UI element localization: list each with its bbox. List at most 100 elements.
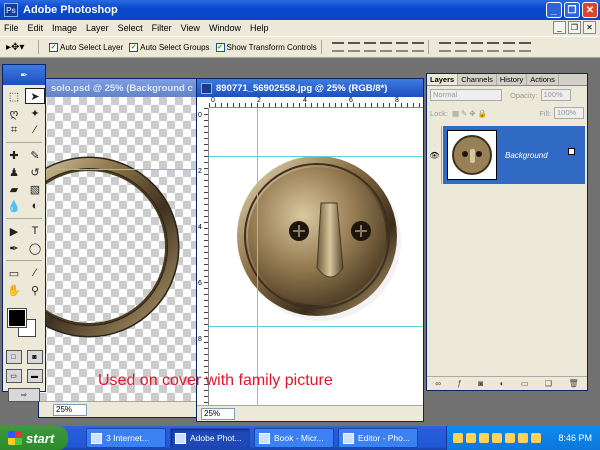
toolbox-header[interactable]: ✒ <box>3 65 45 85</box>
magic-wand-tool-icon[interactable]: ✦ <box>25 105 45 121</box>
document-title-bar[interactable]: solo.psd @ 25% (Background c <box>39 79 207 97</box>
document-window-solo[interactable]: solo.psd @ 25% (Background c 25% <box>38 78 208 418</box>
tab-history[interactable]: History <box>497 74 528 85</box>
tray-icon[interactable] <box>492 433 502 443</box>
doc-minimize-button[interactable]: _ <box>553 21 566 34</box>
align-hcenter-icon[interactable] <box>395 42 408 52</box>
tab-layers[interactable]: Layers <box>427 74 459 85</box>
pen-tool-icon[interactable]: ✒ <box>4 240 24 256</box>
tab-channels[interactable]: Channels <box>458 74 497 85</box>
distribute-bottom-icon[interactable] <box>470 42 483 52</box>
document-canvas[interactable] <box>39 97 207 401</box>
task-adobe-photoshop[interactable]: Adobe Phot... <box>170 428 250 448</box>
tray-icon[interactable] <box>453 433 463 443</box>
document-canvas[interactable] <box>209 108 423 405</box>
align-right-icon[interactable] <box>411 42 424 52</box>
dodge-tool-icon[interactable]: ◐ <box>25 198 45 214</box>
close-button[interactable]: ✕ <box>582 2 598 18</box>
tray-icon[interactable] <box>518 433 528 443</box>
foreground-color-swatch[interactable] <box>7 308 27 328</box>
tray-icon[interactable] <box>466 433 476 443</box>
start-button[interactable]: start <box>0 426 68 450</box>
maximize-button[interactable]: ❐ <box>564 2 580 18</box>
standard-screen-mode-icon[interactable]: ▭ <box>5 369 22 383</box>
document-title-bar[interactable]: 890771_56902558.jpg @ 25% (RGB/8*) <box>197 79 423 97</box>
zoom-field[interactable]: 25% <box>53 403 87 416</box>
minimize-button[interactable]: _ <box>546 2 562 18</box>
clock[interactable]: 8:46 PM <box>558 433 592 443</box>
menu-window[interactable]: Window <box>209 23 241 33</box>
volume-icon[interactable] <box>531 433 541 443</box>
lock-buttons[interactable]: ▦✎✥🔒 <box>452 109 489 118</box>
healing-brush-tool-icon[interactable]: ✚ <box>4 147 24 163</box>
new-layer-icon[interactable]: ❑ <box>545 379 552 388</box>
blend-mode-select[interactable]: Normal <box>430 89 502 101</box>
path-selection-tool-icon[interactable]: ▶ <box>4 223 24 239</box>
layer-mask-icon[interactable]: ◙ <box>478 379 483 388</box>
distribute-left-icon[interactable] <box>486 42 499 52</box>
menu-select[interactable]: Select <box>118 23 143 33</box>
move-tool-preset-icon[interactable]: ▸✥▾ <box>6 39 34 55</box>
jump-to-imageready-icon[interactable]: ⇨ <box>8 388 40 402</box>
crop-tool-icon[interactable]: ⌗ <box>4 122 24 138</box>
full-screen-menu-mode-icon[interactable]: ▬ <box>26 369 43 383</box>
brush-tool-icon[interactable]: ✎ <box>25 147 45 163</box>
new-group-icon[interactable]: ▭ <box>521 379 529 388</box>
blur-tool-icon[interactable]: 💧 <box>4 198 24 214</box>
quick-mask-mode-icon[interactable]: ◙ <box>26 350 43 364</box>
align-left-icon[interactable] <box>379 42 392 52</box>
type-tool-icon[interactable]: T <box>25 223 45 239</box>
shape-tool-icon[interactable]: ◯ <box>25 240 45 256</box>
task-editor-photo[interactable]: Editor - Pho... <box>338 428 418 448</box>
task-book-microsoft[interactable]: Book - Micr... <box>254 428 334 448</box>
zoom-tool-icon[interactable]: ⚲ <box>25 282 45 298</box>
eye-icon[interactable]: 👁 <box>428 126 442 184</box>
menu-file[interactable]: File <box>4 23 19 33</box>
document-window-jpg[interactable]: 890771_56902558.jpg @ 25% (RGB/8*) 0 2 4… <box>196 78 424 422</box>
tray-icon[interactable] <box>479 433 489 443</box>
link-layers-icon[interactable]: ∞ <box>435 379 441 388</box>
tray-icon[interactable] <box>505 433 515 443</box>
gradient-tool-icon[interactable]: ▧ <box>25 181 45 197</box>
clone-stamp-tool-icon[interactable]: ♟ <box>4 164 24 180</box>
layer-name: Background <box>505 150 548 160</box>
eyedropper-tool-icon[interactable]: ⁄ <box>25 265 45 281</box>
toolbox-separator <box>6 218 42 219</box>
doc-restore-button[interactable]: ❐ <box>568 21 581 34</box>
distribute-vcenter-icon[interactable] <box>454 42 467 52</box>
distribute-top-icon[interactable] <box>438 42 451 52</box>
align-bottom-icon[interactable] <box>363 42 376 52</box>
doc-close-button[interactable]: ✕ <box>583 21 596 34</box>
marquee-tool-icon[interactable]: ⬚ <box>4 88 24 104</box>
auto-select-groups-checkbox[interactable]: ✓ Auto Select Groups <box>129 42 210 52</box>
history-brush-tool-icon[interactable]: ↺ <box>25 164 45 180</box>
menu-view[interactable]: View <box>181 23 200 33</box>
align-vcenter-icon[interactable] <box>347 42 360 52</box>
show-transform-controls-checkbox[interactable]: ✓ Show Transform Controls <box>215 42 317 52</box>
align-top-icon[interactable] <box>331 42 344 52</box>
opacity-input[interactable]: 100% <box>540 89 571 101</box>
auto-select-layer-checkbox[interactable]: ✓ Auto Select Layer <box>49 42 123 52</box>
fill-input[interactable]: 100% <box>554 107 584 119</box>
slice-tool-icon[interactable]: ⁄ <box>25 122 45 138</box>
menu-layer[interactable]: Layer <box>86 23 109 33</box>
distribute-hcenter-icon[interactable] <box>502 42 515 52</box>
standard-mode-icon[interactable]: □ <box>5 350 22 364</box>
hand-tool-icon[interactable]: ✋ <box>4 282 24 298</box>
adjustment-layer-icon[interactable]: ◐ <box>500 379 505 388</box>
layer-style-icon[interactable]: ƒ <box>457 379 461 388</box>
distribute-right-icon[interactable] <box>518 42 531 52</box>
eraser-tool-icon[interactable]: ▰ <box>4 181 24 197</box>
move-tool-icon[interactable]: ➤ <box>25 88 45 104</box>
menu-image[interactable]: Image <box>52 23 77 33</box>
zoom-field[interactable]: 25% <box>201 407 235 420</box>
lasso-tool-icon[interactable]: ღ <box>4 105 24 121</box>
menu-help[interactable]: Help <box>250 23 269 33</box>
tab-actions[interactable]: Actions <box>527 74 559 85</box>
delete-layer-icon[interactable]: 🗑 <box>569 379 579 388</box>
layer-row-background[interactable]: Background <box>443 126 585 184</box>
task-internet-explorer[interactable]: 3 Internet... <box>86 428 166 448</box>
notes-tool-icon[interactable]: ▭ <box>4 265 24 281</box>
menu-edit[interactable]: Edit <box>28 23 44 33</box>
menu-filter[interactable]: Filter <box>152 23 172 33</box>
